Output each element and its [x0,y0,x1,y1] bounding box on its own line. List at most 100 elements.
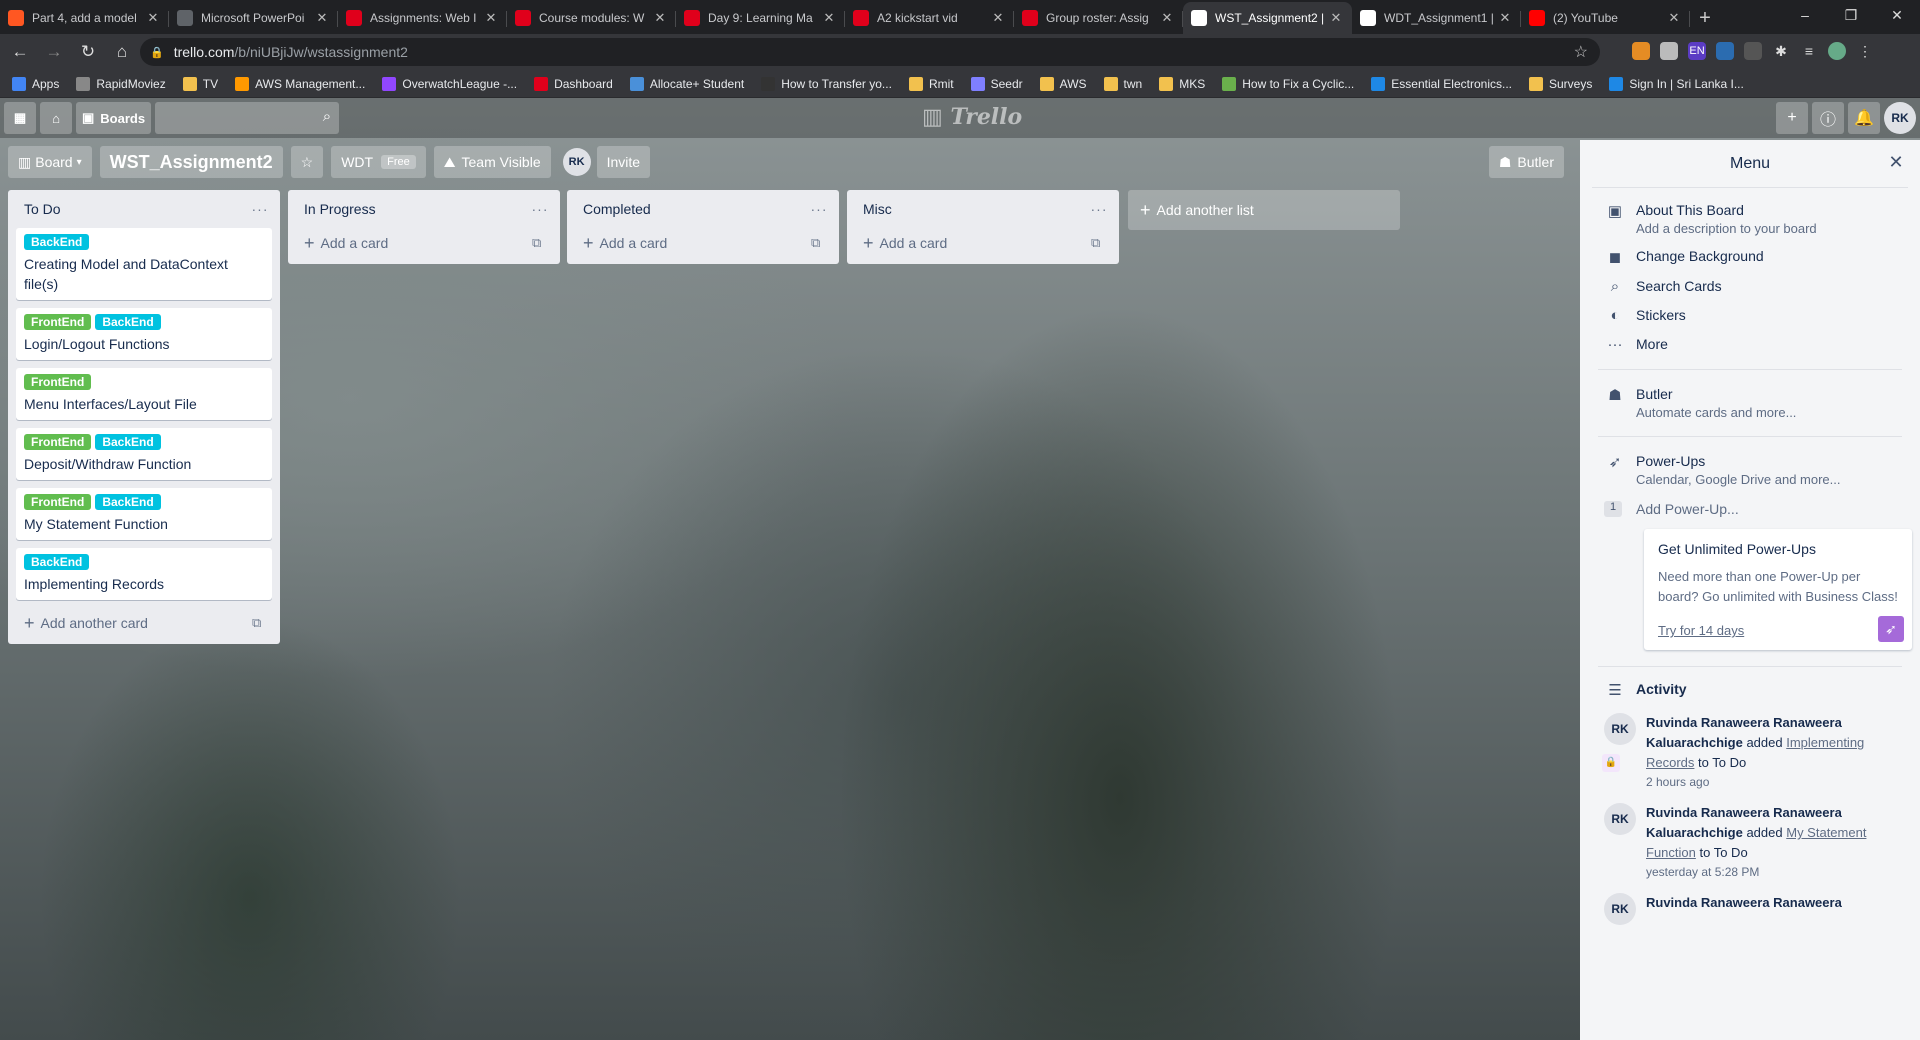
card-template-icon[interactable]: ⧉ [252,615,272,631]
bookmark-item[interactable]: Allocate+ Student [629,76,744,91]
browser-tab[interactable]: WDT_Assignment1 | ✕ [1352,2,1521,34]
menu-item-powerups[interactable]: ➶ Power-Ups Calendar, Google Drive and mo… [1592,447,1908,493]
tab-close-icon[interactable]: ✕ [1159,10,1175,26]
extension-icon[interactable] [1744,42,1762,60]
card-template-icon[interactable]: ⧉ [532,235,552,251]
bookmark-item[interactable]: Rmit [908,76,954,91]
board-view-switcher[interactable]: ▥ Board ▾ [8,146,92,178]
bookmark-item[interactable]: Surveys [1528,76,1592,91]
trello-logo[interactable]: ▥ Trello [922,104,1022,130]
card-label[interactable]: BackEnd [24,554,90,570]
tab-close-icon[interactable]: ✕ [1666,10,1682,26]
card[interactable]: BackEnd Implementing Records [16,548,272,600]
tab-close-icon[interactable]: ✕ [821,10,837,26]
browser-tab[interactable]: Assignments: Web I ✕ [338,2,507,34]
tab-close-icon[interactable]: ✕ [1328,10,1344,26]
back-icon[interactable]: ← [6,38,34,66]
bookmark-item[interactable]: MKS [1159,76,1205,91]
extension-icon[interactable] [1632,42,1650,60]
browser-tab[interactable]: Part 4, add a model ✕ [0,2,169,34]
rocket-icon[interactable]: ➶ [1878,616,1904,642]
bookmark-item[interactable]: How to Transfer yo... [761,76,892,91]
add-card-button[interactable]: + Add a card ⧉ [855,228,1111,258]
address-bar[interactable]: 🔒 trello.com/b/niUBjiJw/wstassignment2 ☆ [140,38,1600,66]
reload-icon[interactable]: ↻ [74,38,102,66]
menu-item-change-background[interactable]: ◼ Change Background [1592,242,1908,272]
puzzle-icon[interactable]: ✱ [1772,42,1790,60]
bookmark-item[interactable]: twn [1103,76,1142,91]
search-input[interactable]: ⌕ [155,102,340,134]
activity-avatar[interactable]: RK [1604,803,1636,835]
activity-user[interactable]: Ruvinda Ranaweera Ranaweera [1646,895,1842,910]
card[interactable]: FrontEnd BackEnd My Statement Function [16,488,272,540]
profile-avatar[interactable] [1828,42,1846,60]
add-card-button[interactable]: + Add a card ⧉ [296,228,552,258]
card-label[interactable]: BackEnd [24,234,90,250]
bookmark-item[interactable]: How to Fix a Cyclic... [1222,76,1354,91]
add-card-button[interactable]: + Add another card ⧉ [16,608,272,638]
notifications-bell-icon[interactable]: 🔔 [1848,102,1880,134]
maximize-icon[interactable]: ❐ [1828,0,1874,30]
add-list-button[interactable]: + Add another list [1128,190,1400,230]
tab-close-icon[interactable]: ✕ [652,10,668,26]
board-title[interactable]: WST_Assignment2 [99,146,283,178]
bookmark-item[interactable]: Sign In | Sri Lanka I... [1609,76,1744,91]
activity-avatar[interactable]: RK [1604,893,1636,925]
card-template-icon[interactable]: ⧉ [1091,235,1111,251]
activity-avatar[interactable]: RK [1604,713,1636,745]
visibility-button[interactable]: ⛰ Team Visible [433,146,551,178]
bookmark-item[interactable]: Seedr [970,76,1023,91]
card[interactable]: FrontEnd BackEnd Login/Logout Functions [16,308,272,360]
tab-close-icon[interactable]: ✕ [314,10,330,26]
menu-item-butler[interactable]: ☗ Butler Automate cards and more... [1592,380,1908,426]
star-board-button[interactable]: ☆ [290,146,324,178]
card[interactable]: FrontEnd Menu Interfaces/Layout File [16,368,272,420]
butler-button[interactable]: ☗ Butler [1488,146,1564,178]
board-member-avatar[interactable]: RK [562,148,591,176]
tab-close-icon[interactable]: ✕ [483,10,499,26]
bookmark-item[interactable]: AWS [1039,76,1087,91]
chrome-menu-icon[interactable]: ⋮ [1856,42,1874,60]
browser-tab[interactable]: Microsoft PowerPoi ✕ [169,2,338,34]
menu-item-search-cards[interactable]: ⌕ Search Cards [1592,272,1908,301]
invite-button[interactable]: Invite [596,146,651,178]
add-powerup-item[interactable]: 1 Add Power-Up... [1592,493,1908,523]
extension-icon[interactable] [1716,42,1734,60]
tab-close-icon[interactable]: ✕ [990,10,1006,26]
apps-grid-icon[interactable]: ▦ [4,102,36,134]
list-menu-icon[interactable]: ··· [1087,201,1111,217]
close-window-icon[interactable]: ✕ [1874,0,1920,30]
bookmark-item[interactable]: RapidMoviez [76,76,166,91]
card-label[interactable]: BackEnd [95,314,161,330]
tab-close-icon[interactable]: ✕ [1497,10,1513,26]
menu-item-stickers[interactable]: ◐ Stickers [1592,301,1908,330]
bookmark-star-icon[interactable]: ☆ [1574,42,1588,62]
add-card-button[interactable]: + Add a card ⧉ [575,228,831,258]
close-icon[interactable]: ✕ [1884,152,1908,173]
menu-item-about-this-board[interactable]: ▣ About This Board Add a description to yo… [1592,196,1908,242]
info-icon[interactable]: ⓘ [1812,102,1844,134]
card[interactable]: FrontEnd BackEnd Deposit/Withdraw Function [16,428,272,480]
list-title[interactable]: In Progress [304,201,528,217]
card[interactable]: BackEnd Creating Model and DataContext fi… [16,228,272,300]
extension-icon[interactable] [1660,42,1678,60]
card-label[interactable]: BackEnd [95,434,161,450]
promo-trial-link[interactable]: Try for 14 days [1658,623,1744,638]
browser-tab[interactable]: Day 9: Learning Ma ✕ [676,2,845,34]
extension-icon[interactable]: EN [1688,42,1706,60]
browser-tab[interactable]: Course modules: W ✕ [507,2,676,34]
card-label[interactable]: FrontEnd [24,374,92,390]
tab-close-icon[interactable]: ✕ [145,10,161,26]
list-title[interactable]: Completed [583,201,807,217]
browser-tab[interactable]: WST_Assignment2 | ✕ [1183,2,1352,34]
card-template-icon[interactable]: ⧉ [811,235,831,251]
card-label[interactable]: BackEnd [95,494,161,510]
bookmark-item[interactable]: AWS Management... [235,76,365,91]
browser-tab[interactable]: Group roster: Assig ✕ [1014,2,1183,34]
bookmark-item[interactable]: TV [182,76,218,91]
menu-item-more[interactable]: ··· More [1592,330,1908,359]
bookmark-item[interactable]: Essential Electronics... [1371,76,1512,91]
list-title[interactable]: To Do [24,201,248,217]
reading-list-icon[interactable]: ≡ [1800,42,1818,60]
list-title[interactable]: Misc [863,201,1087,217]
